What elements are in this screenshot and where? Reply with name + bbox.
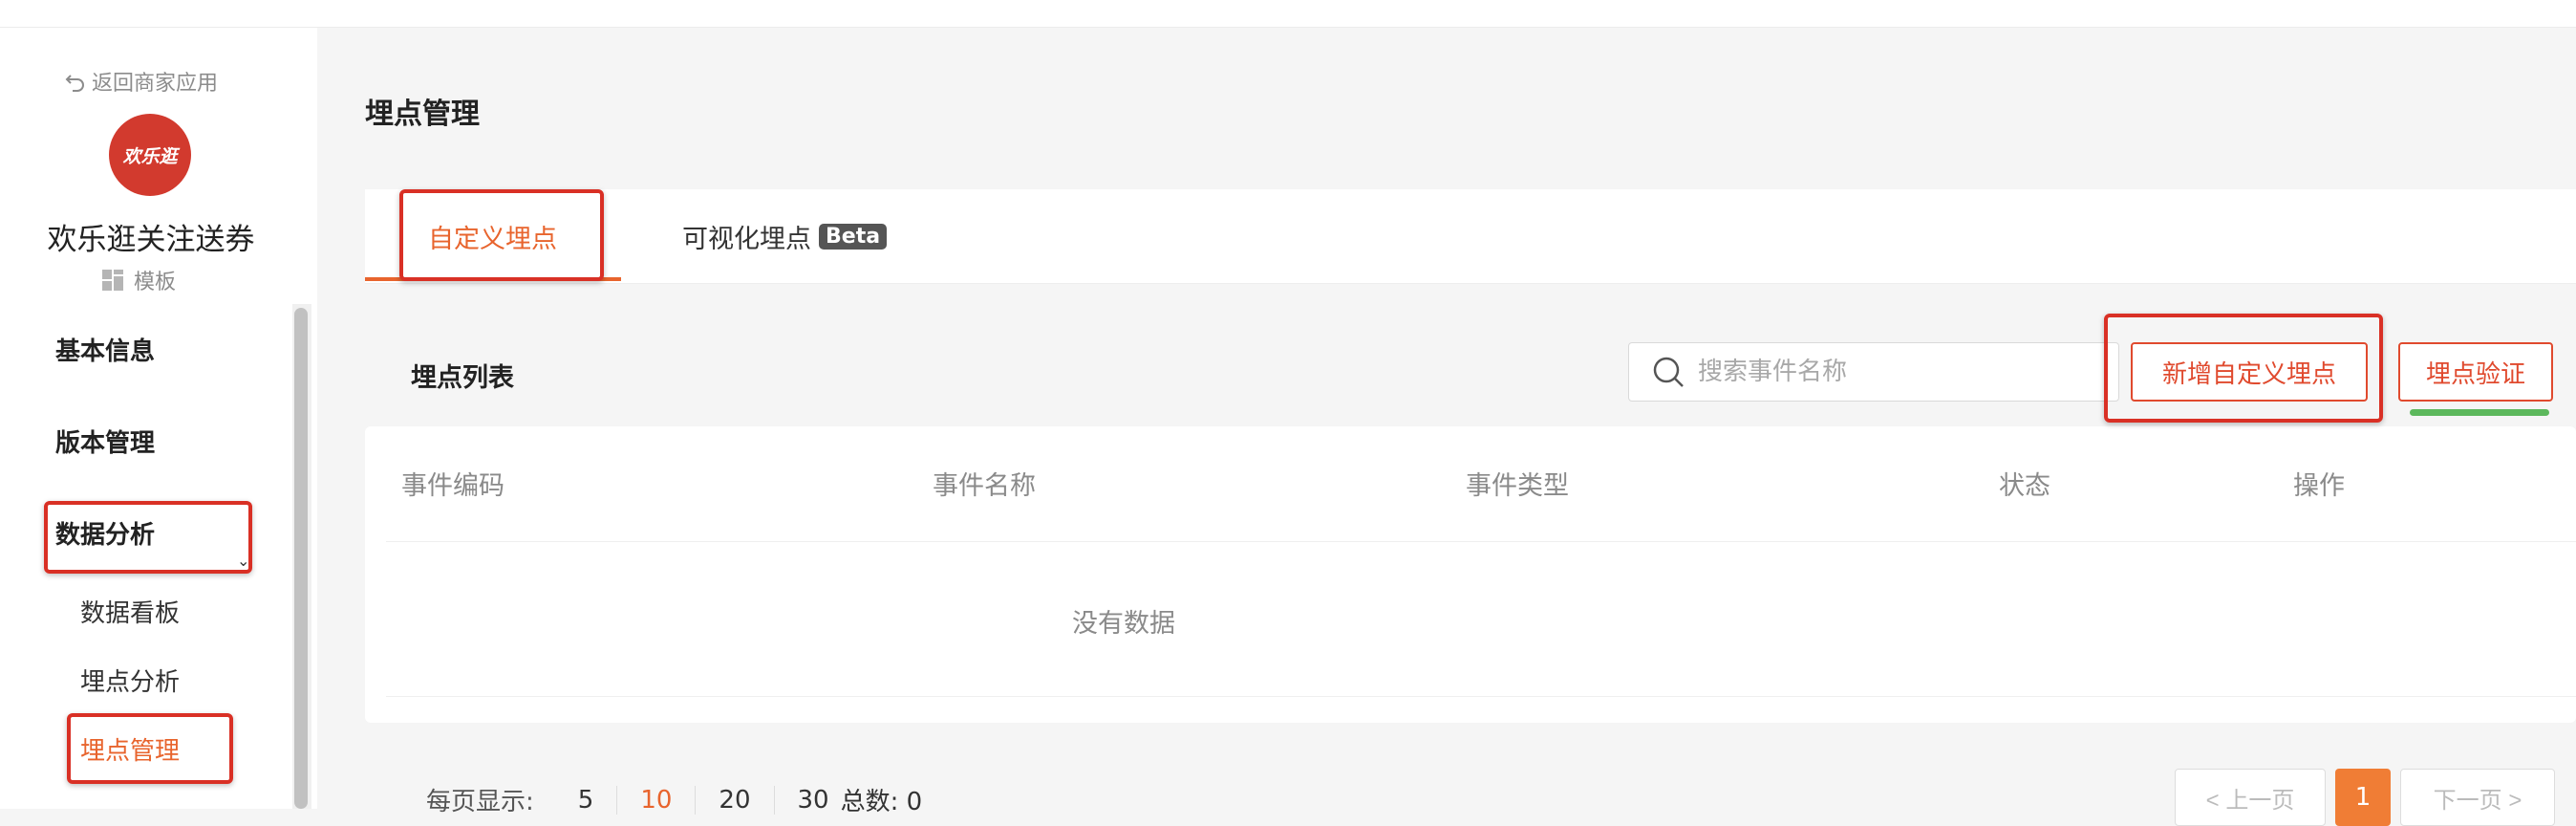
table-bottom-divider (386, 696, 2576, 697)
highlight-box-custom-tab (399, 189, 604, 281)
green-annotation-underline (2410, 409, 2549, 416)
beta-badge: Beta (819, 224, 888, 250)
sidebar-subitem-data-dashboard[interactable]: 数据看板 (80, 594, 180, 629)
tracking-verify-button[interactable]: 埋点验证 (2398, 342, 2553, 402)
column-header-event-name: 事件名称 (933, 471, 1036, 501)
per-page-label: 每页显示: (426, 788, 534, 816)
page-title: 埋点管理 (365, 98, 480, 131)
sidebar: 返回商家应用 欢乐逛 欢乐逛关注送券 模板 基本信息 版本管理 数据分析 ⌄ 数… (0, 28, 317, 809)
top-bar (0, 0, 2576, 28)
list-title: 埋点列表 (411, 363, 514, 393)
sidebar-scrollbar-thumb[interactable] (294, 308, 308, 809)
search-input[interactable] (1696, 357, 2101, 387)
tab-visual-label: 可视化埋点 (682, 225, 811, 254)
highlight-box-data-analysis (44, 501, 252, 574)
column-header-actions: 操作 (2293, 471, 2345, 501)
search-box[interactable] (1628, 342, 2119, 402)
app-logo: 欢乐逛 (109, 114, 191, 196)
grid-icon (102, 270, 123, 291)
page-size-option[interactable]: 5 (555, 786, 617, 815)
page-size-option-selected[interactable]: 10 (616, 785, 695, 815)
search-icon (1653, 357, 1684, 387)
page-size-option[interactable]: 30 (773, 785, 841, 815)
tab-visual-tracking[interactable]: 可视化埋点 Beta (682, 218, 888, 255)
app-name: 欢乐逛关注送券 (47, 223, 255, 257)
sidebar-item-basic-info[interactable]: 基本信息 (55, 332, 155, 367)
sidebar-subitem-tracking-analysis[interactable]: 埋点分析 (80, 663, 180, 698)
column-header-event-code: 事件编码 (401, 471, 504, 501)
highlight-box-tracking-management (67, 713, 233, 784)
template-tag: 模板 (101, 265, 176, 295)
template-label: 模板 (134, 271, 177, 294)
tracking-table: 事件编码 事件名称 事件类型 状态 操作 没有数据 (365, 426, 2576, 723)
page-size-selector: 每页显示: 5 10 20 30 总数: 0 (426, 782, 922, 817)
sidebar-item-version-management[interactable]: 版本管理 (55, 424, 155, 459)
empty-state-text: 没有数据 (1072, 609, 1175, 639)
prev-page-button[interactable]: < 上一页 (2175, 769, 2326, 826)
undo-arrow-icon (65, 75, 84, 92)
back-to-merchant-apps-link[interactable]: 返回商家应用 (65, 66, 218, 97)
page-size-option[interactable]: 20 (695, 785, 773, 815)
total-count: 总数: 0 (840, 788, 923, 816)
header-divider (386, 541, 2576, 542)
current-page-button[interactable]: 1 (2335, 769, 2391, 826)
column-header-status: 状态 (1999, 471, 2050, 501)
highlight-box-add-button (2104, 314, 2383, 423)
tabs-bar: 自定义埋点 可视化埋点 Beta (365, 189, 2576, 284)
logo-text: 欢乐逛 (122, 145, 178, 167)
back-label: 返回商家应用 (92, 72, 219, 96)
column-header-event-type: 事件类型 (1466, 471, 1569, 501)
next-page-button[interactable]: 下一页 > (2400, 769, 2555, 826)
